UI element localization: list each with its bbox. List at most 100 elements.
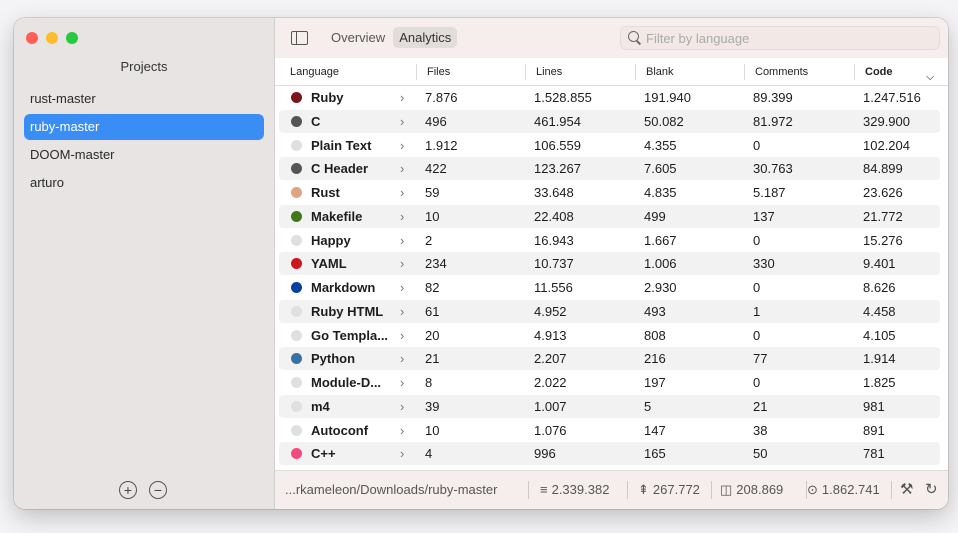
table-row[interactable]: Markdown › 82 11.556 2.930 0 8.626	[279, 276, 940, 299]
table-row[interactable]: Module-D... › 8 2.022 197 0 1.825	[279, 371, 940, 394]
tab-analytics[interactable]: Analytics	[393, 27, 458, 48]
chevron-right-icon[interactable]: ›	[400, 252, 410, 275]
cell-comments: 0	[753, 375, 761, 390]
column-header-comments[interactable]: Comments	[745, 58, 855, 85]
chevron-right-icon[interactable]: ›	[400, 371, 410, 394]
minimize-window-button[interactable]	[46, 32, 58, 44]
cell-lines: 2.022	[534, 375, 567, 390]
cell-files: 10	[425, 422, 440, 438]
project-item[interactable]: ruby-master	[24, 114, 264, 140]
cell-lines: 11.556	[534, 280, 573, 295]
cell-code: 891	[863, 422, 885, 438]
chevron-right-icon[interactable]: ›	[400, 157, 410, 180]
total-lines-stat: ≡ 2.339.382	[540, 471, 609, 509]
sidebar-actions: + −	[119, 481, 167, 499]
close-window-button[interactable]	[26, 32, 38, 44]
chevron-right-icon[interactable]: ›	[400, 300, 410, 323]
cell-lines: 10.737	[534, 256, 574, 272]
total-lines-value: 2.339.382	[551, 482, 610, 497]
column-header-files[interactable]: Files	[417, 58, 526, 85]
table-row[interactable]: Happy › 2 16.943 1.667 0 15.276	[279, 229, 940, 252]
table-row[interactable]: m4 › 39 1.007 5 21 981	[279, 394, 940, 418]
language-color-dot	[291, 400, 302, 412]
divider	[627, 481, 628, 499]
tools-icon[interactable]: ⚒	[900, 471, 913, 509]
chevron-right-icon[interactable]: ›	[400, 324, 410, 347]
search-field	[620, 26, 940, 50]
add-project-icon[interactable]: +	[119, 481, 137, 499]
project-item[interactable]: arturo	[24, 170, 264, 196]
table-row[interactable]: Plain Text › 1.912 106.559 4.355 0 102.204	[279, 134, 940, 157]
gauge-icon: ⊙	[807, 482, 818, 497]
column-header-code[interactable]: Code ⌵	[855, 58, 948, 85]
chevron-right-icon[interactable]: ›	[400, 86, 410, 109]
chevron-right-icon[interactable]: ›	[400, 395, 410, 418]
table-row[interactable]: Ruby HTML › 61 4.952 493 1 4.458	[279, 299, 940, 323]
total-code-stat: ⊙ 1.862.741	[807, 471, 880, 509]
zoom-window-button[interactable]	[66, 32, 78, 44]
cell-blank: 165	[644, 446, 666, 462]
language-name: C Header	[311, 161, 369, 177]
cell-files: 10	[425, 208, 440, 224]
column-label: Language	[290, 66, 339, 78]
cell-comments: 77	[753, 351, 768, 367]
cell-lines: 4.952	[534, 303, 567, 319]
cell-blank: 493	[644, 303, 666, 319]
refresh-icon[interactable]: ↻	[925, 471, 938, 509]
total-comments-value: 208.869	[736, 482, 784, 497]
table-row[interactable]: C › 496 461.954 50.082 81.972 329.900	[279, 109, 940, 133]
column-header-blank[interactable]: Blank	[636, 58, 745, 85]
tab-overview[interactable]: Overview	[325, 27, 391, 48]
chevron-right-icon[interactable]: ›	[400, 442, 410, 465]
comment-icon: ◫	[720, 482, 733, 497]
cell-blank: 2.930	[644, 280, 677, 295]
chevron-right-icon[interactable]: ›	[400, 347, 410, 370]
language-color-dot	[291, 353, 302, 365]
remove-project-icon[interactable]: −	[149, 481, 167, 499]
cell-code: 1.825	[863, 375, 896, 390]
cell-comments: 50	[753, 446, 768, 462]
language-name: Python	[311, 351, 356, 367]
divider	[528, 481, 529, 499]
cell-lines: 16.943	[534, 232, 574, 248]
cell-code: 8.626	[863, 280, 896, 295]
cell-files: 496	[425, 113, 447, 129]
table-row[interactable]: C++ › 4 996 165 50 781	[279, 442, 940, 466]
column-header-language[interactable]: Language	[280, 58, 417, 85]
chevron-right-icon[interactable]: ›	[400, 276, 410, 299]
column-header-lines[interactable]: Lines	[526, 58, 636, 85]
cell-comments: 38	[753, 422, 768, 438]
chevron-right-icon[interactable]: ›	[400, 419, 410, 442]
table-row[interactable]: Ruby › 7.876 1.528.855 191.940 89.399 1.247.51…	[279, 86, 940, 109]
cell-blank: 1.667	[644, 232, 677, 248]
cell-lines: 33.648	[534, 185, 574, 200]
table-row[interactable]: Autoconf › 10 1.076 147 38 891	[279, 419, 940, 442]
cell-code: 981	[863, 398, 885, 414]
chevron-right-icon[interactable]: ›	[400, 229, 410, 252]
sidebar-toggle-icon[interactable]	[291, 31, 308, 45]
cell-blank: 7.605	[644, 161, 677, 177]
table-row[interactable]: Makefile › 10 22.408 499 137 21.772	[279, 204, 940, 228]
project-item[interactable]: rust-master	[24, 86, 264, 112]
language-name: Rust	[311, 185, 340, 200]
cell-files: 61	[425, 303, 440, 319]
divider	[891, 481, 892, 499]
search-input[interactable]	[646, 27, 926, 49]
language-color-dot	[291, 115, 302, 127]
total-comments-stat: ◫ 208.869	[720, 471, 783, 509]
table-row[interactable]: Go Templa... › 20 4.913 808 0 4.105	[279, 324, 940, 347]
column-label: Files	[427, 66, 451, 78]
table-row[interactable]: YAML › 234 10.737 1.006 330 9.401	[279, 252, 940, 276]
cell-comments: 0	[753, 137, 761, 153]
table-row[interactable]: Python › 21 2.207 216 77 1.914	[279, 347, 940, 371]
cell-files: 4	[425, 446, 433, 462]
cell-code: 23.626	[863, 185, 903, 200]
chevron-right-icon[interactable]: ›	[400, 181, 410, 204]
chevron-right-icon[interactable]: ›	[400, 110, 410, 133]
table-row[interactable]: Rust › 59 33.648 4.835 5.187 23.626	[279, 181, 940, 204]
chevron-right-icon[interactable]: ›	[400, 205, 410, 228]
search-icon	[628, 31, 639, 42]
chevron-right-icon[interactable]: ›	[400, 134, 410, 157]
project-item[interactable]: DOOM-master	[24, 142, 264, 168]
table-row[interactable]: C Header › 422 123.267 7.605 30.763 84.899	[279, 157, 940, 181]
